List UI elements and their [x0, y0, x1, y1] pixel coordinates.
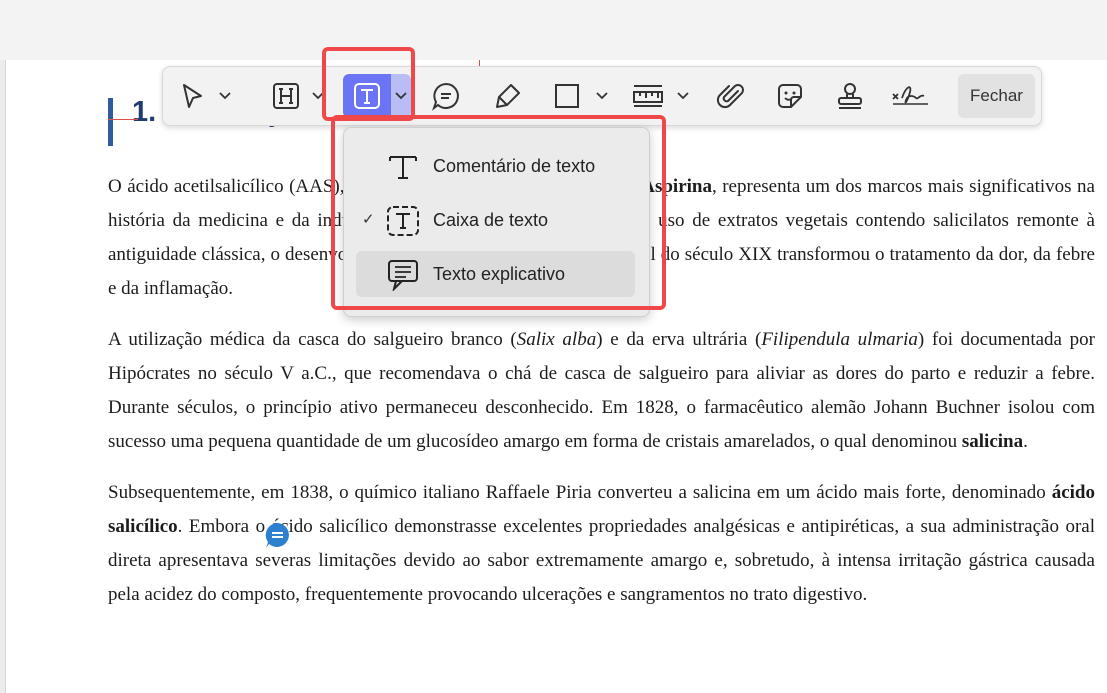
- highlighter-pen-icon: [496, 84, 520, 108]
- italic-text: Filipendula ulmaria: [761, 329, 918, 350]
- stamp-tool-button[interactable]: [833, 67, 867, 125]
- attachment-tool-button[interactable]: [714, 67, 748, 125]
- text-run: .: [1023, 431, 1028, 452]
- chevron-down-icon: [596, 92, 608, 100]
- cursor-arrow-icon: [183, 84, 202, 108]
- highlight-box-text-tool: [322, 47, 415, 121]
- paragraph: Subsequentemente, em 1838, o químico ita…: [108, 476, 1095, 612]
- italic-text: Salix alba: [516, 329, 597, 350]
- comment-bubble-icon: [432, 82, 459, 111]
- heading-guide-line: [108, 119, 138, 120]
- stamp-icon: [838, 83, 862, 109]
- close-button[interactable]: Fechar: [958, 74, 1035, 118]
- sticker-smiley-icon: [778, 84, 802, 108]
- heading-tool-button[interactable]: [269, 67, 303, 125]
- chevron-down-icon: [219, 92, 231, 100]
- text-run: Subsequentemente, em 1838, o químico ita…: [108, 482, 1052, 503]
- bold-text: salicina: [961, 431, 1024, 452]
- measure-tool-dropdown[interactable]: [676, 67, 690, 125]
- chevron-down-icon: [677, 92, 689, 100]
- text-run: A utilização médica da casca do salgueir…: [108, 329, 517, 350]
- sticker-tool-button[interactable]: [773, 67, 807, 125]
- select-tool-dropdown[interactable]: [218, 67, 232, 125]
- text-run: . Embora o ácido salicílico demonstrasse…: [108, 516, 1095, 605]
- signature-tool-button[interactable]: [889, 67, 931, 125]
- heading-accent-bar: [108, 98, 113, 146]
- top-bar: [0, 0, 1107, 60]
- signature-icon: [892, 86, 928, 105]
- text-run: ) e da erva ultrária (: [596, 329, 762, 350]
- heading-icon: [273, 83, 299, 109]
- rectangle-shape-icon: [555, 84, 579, 108]
- paperclip-icon: [716, 84, 744, 109]
- comment-marker-icon[interactable]: [263, 521, 292, 550]
- paragraph: A utilização médica da casca do salgueir…: [108, 323, 1095, 459]
- select-tool-button[interactable]: [177, 67, 207, 125]
- highlight-box-menu: [331, 115, 666, 310]
- ruler-icon: [633, 85, 663, 107]
